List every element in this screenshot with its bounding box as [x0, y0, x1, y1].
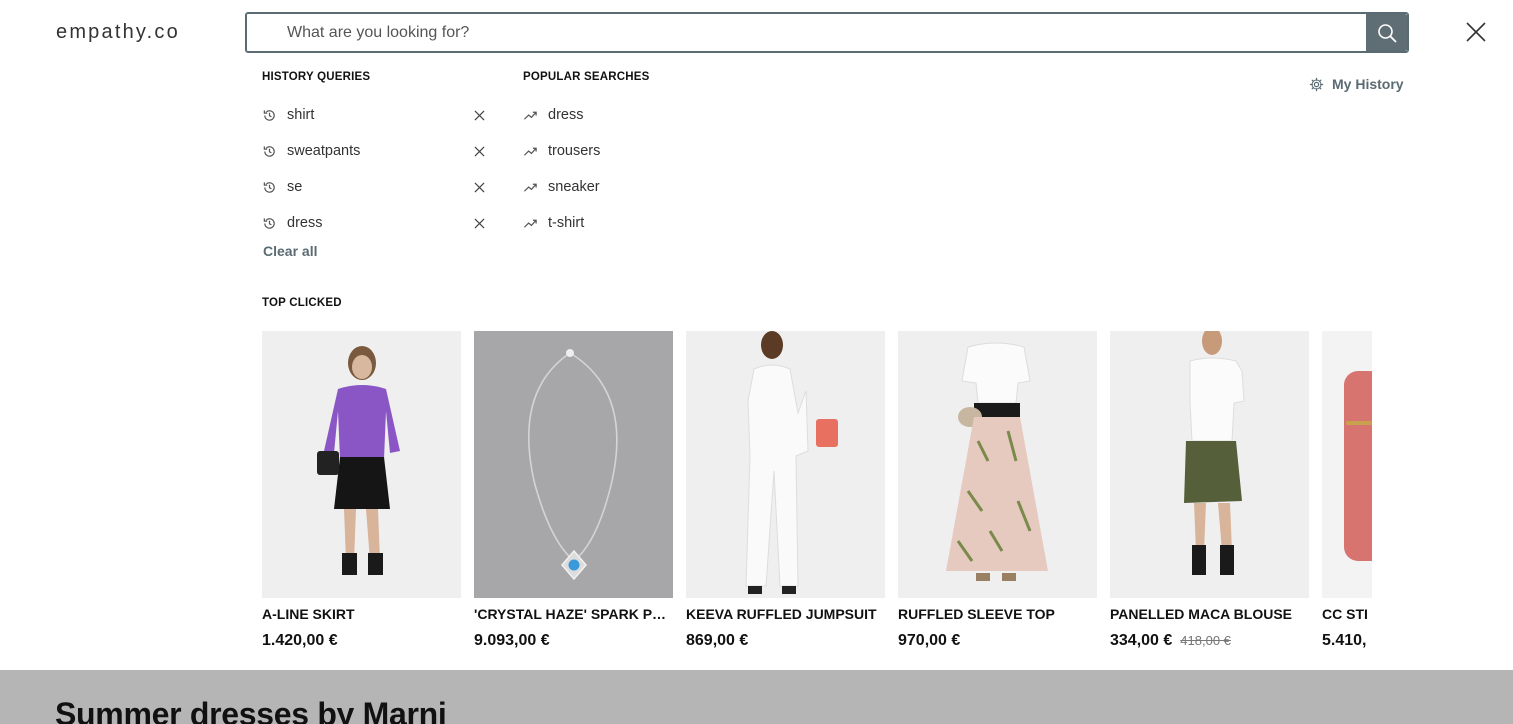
- search-box: [245, 12, 1409, 53]
- history-query-item[interactable]: dress: [262, 205, 486, 241]
- remove-history-icon[interactable]: [474, 109, 486, 121]
- history-icon: [262, 107, 279, 124]
- product-price-row: 1.420,00 €: [262, 632, 461, 650]
- popular-search-item[interactable]: sneaker: [523, 169, 723, 205]
- product-price-row: 5.410,: [1322, 632, 1372, 650]
- product-name: CC STI: [1322, 606, 1368, 622]
- trending-icon: [523, 179, 540, 196]
- history-icon: [262, 143, 279, 160]
- popular-search-label: sneaker: [548, 179, 600, 195]
- product-card[interactable]: 'CRYSTAL HAZE' SPARK PE... 9.093,00 €: [474, 331, 673, 650]
- popular-search-label: trousers: [548, 143, 601, 159]
- product-old-price: 418,00 €: [1180, 633, 1231, 648]
- product-card[interactable]: CC STI 5.410,: [1322, 331, 1372, 650]
- history-query-label: se: [287, 179, 303, 195]
- history-query-label: sweatpants: [287, 143, 361, 159]
- product-card[interactable]: PANELLED MACA BLOUSE 334,00 € 418,00 €: [1110, 331, 1309, 650]
- remove-history-icon[interactable]: [474, 217, 486, 229]
- background-banner: Summer dresses by Marni: [0, 670, 1513, 724]
- product-price: 9.093,00 €: [474, 632, 550, 649]
- history-icon: [262, 215, 279, 232]
- product-price: 334,00 €: [1110, 632, 1173, 649]
- popular-search-item[interactable]: dress: [523, 97, 723, 133]
- product-name: RUFFLED SLEEVE TOP: [898, 606, 1055, 622]
- history-query-item[interactable]: sweatpants: [262, 133, 486, 169]
- history-query-label: dress: [287, 215, 323, 231]
- close-button[interactable]: [1464, 20, 1488, 44]
- popular-search-item[interactable]: t-shirt: [523, 205, 723, 241]
- product-name: PANELLED MACA BLOUSE: [1110, 606, 1292, 622]
- remove-history-icon[interactable]: [474, 145, 486, 157]
- top-clicked-title: TOP CLICKED: [262, 297, 342, 309]
- product-image: [262, 331, 461, 598]
- my-history-label: My History: [1332, 76, 1404, 92]
- product-image: [898, 331, 1097, 598]
- history-query-item[interactable]: shirt: [262, 97, 486, 133]
- search-input[interactable]: [246, 13, 1365, 52]
- popular-searches-title: POPULAR SEARCHES: [523, 71, 650, 83]
- banner-title: Summer dresses by Marni: [55, 696, 447, 724]
- product-name: KEEVA RUFFLED JUMPSUIT: [686, 606, 877, 622]
- product-card[interactable]: KEEVA RUFFLED JUMPSUIT 869,00 €: [686, 331, 885, 650]
- history-query-label: shirt: [287, 107, 315, 123]
- product-image: [1110, 331, 1309, 598]
- history-icon: [262, 179, 279, 196]
- product-price-row: 9.093,00 €: [474, 632, 673, 650]
- clear-all-button[interactable]: Clear all: [263, 243, 317, 259]
- trending-icon: [523, 143, 540, 160]
- product-price: 869,00 €: [686, 632, 749, 649]
- trending-icon: [523, 215, 540, 232]
- product-name: 'CRYSTAL HAZE' SPARK PE...: [474, 606, 673, 622]
- product-price: 5.410,: [1322, 632, 1367, 649]
- product-price-row: 869,00 €: [686, 632, 885, 650]
- product-image: [686, 331, 885, 598]
- product-card[interactable]: A-LINE SKIRT 1.420,00 €: [262, 331, 461, 650]
- close-icon: [1466, 22, 1486, 42]
- top-clicked-carousel[interactable]: A-LINE SKIRT 1.420,00 € 'CRYSTAL HAZE' S…: [262, 331, 1372, 661]
- product-price-row: 970,00 €: [898, 632, 1097, 650]
- product-name: A-LINE SKIRT: [262, 606, 355, 622]
- history-queries-list: shirt sweatpants se dress: [262, 97, 486, 241]
- search-icon: [1377, 23, 1396, 42]
- product-image: [474, 331, 673, 598]
- brand-logo: empathy.co: [56, 21, 180, 43]
- my-history-button[interactable]: My History: [1309, 76, 1404, 92]
- search-button[interactable]: [1366, 14, 1407, 51]
- trending-icon: [523, 107, 540, 124]
- history-queries-title: HISTORY QUERIES: [262, 71, 371, 83]
- gear-icon: [1309, 77, 1324, 92]
- popular-search-label: t-shirt: [548, 215, 585, 231]
- history-query-item[interactable]: se: [262, 169, 486, 205]
- product-price: 1.420,00 €: [262, 632, 338, 649]
- remove-history-icon[interactable]: [474, 181, 486, 193]
- product-price-row: 334,00 € 418,00 €: [1110, 632, 1309, 650]
- popular-search-label: dress: [548, 107, 584, 123]
- product-image: [1322, 331, 1372, 598]
- popular-searches-list: dress trousers sneaker t-shirt: [523, 97, 723, 241]
- product-price: 970,00 €: [898, 632, 961, 649]
- popular-search-item[interactable]: trousers: [523, 133, 723, 169]
- product-card[interactable]: RUFFLED SLEEVE TOP 970,00 €: [898, 331, 1097, 650]
